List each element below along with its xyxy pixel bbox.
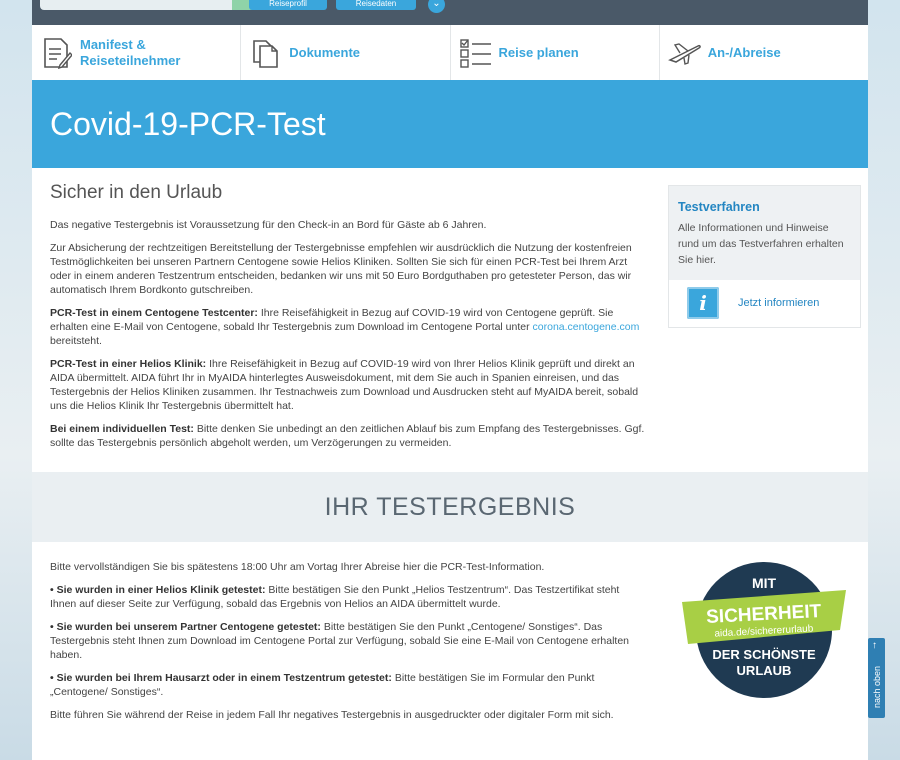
main-text: Sicher in den Urlaub Das negative Tester… xyxy=(50,182,650,459)
section-nav: Manifest & Reiseteilnehmer Dokumente Rei… xyxy=(32,25,868,80)
chevron-down-icon[interactable]: ⌄ xyxy=(428,0,445,13)
nav-item-manifest[interactable]: Manifest & Reiseteilnehmer xyxy=(32,25,242,80)
centogene-bold: PCR-Test in einem Centogene Testcenter: xyxy=(50,307,258,319)
helios-bold: PCR-Test in einer Helios Klinik: xyxy=(50,358,207,370)
section-heading: Sicher in den Urlaub xyxy=(50,182,223,203)
result-bullet-centogene-bold: • Sie wurden bei unserem Partner Centoge… xyxy=(50,621,321,633)
content-section: Sicher in den Urlaub Das negative Tester… xyxy=(32,168,868,472)
reiseprofil-button[interactable]: Reiseprofil xyxy=(249,0,327,10)
paragraph-recommendation: Zur Absicherung der rechtzeitigen Bereit… xyxy=(50,242,632,296)
result-bullet-hausarzt-bold: • Sie wurden bei Ihrem Hausarzt oder in … xyxy=(50,672,392,684)
testverfahren-title: Testverfahren xyxy=(678,200,760,214)
badge-line1: MIT xyxy=(752,575,777,591)
testverfahren-box-top: Testverfahren Alle Informationen und Hin… xyxy=(669,186,860,280)
centogene-link[interactable]: corona.centogene.com xyxy=(533,321,640,333)
testverfahren-box: Testverfahren Alle Informationen und Hin… xyxy=(668,185,861,328)
result-bullet-hausarzt: • Sie wurden bei Ihrem Hausarzt oder in … xyxy=(50,671,642,699)
paragraph-requirement: Das negative Testergebnis ist Voraussetz… xyxy=(50,219,487,231)
sicherheit-badge: MIT SICHERHEIT aida.de/sichererurlaub DE… xyxy=(682,562,846,698)
result-heading: IHR TESTERGEBNIS xyxy=(324,493,576,521)
individual-bold: Bei einem individuellen Test: xyxy=(50,423,194,435)
nav-item-an-abreise[interactable]: An-/Abreise xyxy=(660,25,868,80)
result-text: Bitte vervollständigen Sie bis spätesten… xyxy=(50,560,642,731)
arrow-up-icon: ↑ xyxy=(872,640,877,651)
airplane-icon xyxy=(667,36,702,70)
document-pen-icon xyxy=(40,36,74,70)
info-icon[interactable]: i xyxy=(687,287,719,319)
page-hero: Covid-19-PCR-Test xyxy=(32,80,868,168)
scroll-top-button[interactable]: ↑ nach oben xyxy=(868,638,885,718)
result-bullet-helios-bold: • Sie wurden in einer Helios Klinik gete… xyxy=(50,584,266,596)
result-intro: Bitte vervollständigen Sie bis spätesten… xyxy=(50,561,545,573)
documents-icon xyxy=(249,36,283,70)
badge-line3: DER SCHÖNSTE xyxy=(712,647,816,662)
result-heading-band: IHR TESTERGEBNIS xyxy=(32,472,868,542)
top-search-field[interactable] xyxy=(40,0,264,10)
badge-line4: URLAUB xyxy=(737,663,792,678)
nav-label-manifest: Manifest & Reiseteilnehmer xyxy=(80,36,181,68)
scroll-top-label: nach oben xyxy=(872,665,883,709)
testverfahren-link-row[interactable]: i Jetzt informieren xyxy=(669,280,860,326)
result-bullet-helios: • Sie wurden in einer Helios Klinik gete… xyxy=(50,583,642,611)
nav-item-dokumente[interactable]: Dokumente xyxy=(241,25,451,80)
nav-item-reise-planen[interactable]: Reise planen xyxy=(451,25,660,80)
paragraph-helios: PCR-Test in einer Helios Klinik: Ihre Re… xyxy=(50,357,650,413)
result-outro: Bitte führen Sie während der Reise in je… xyxy=(50,709,614,721)
page-title: Covid-19-PCR-Test xyxy=(50,106,326,142)
nav-label-an-abreise: An-/Abreise xyxy=(707,44,781,60)
testverfahren-text: Alle Informationen und Hinweise rund um … xyxy=(678,222,844,266)
nav-label-reise-planen: Reise planen xyxy=(498,44,579,60)
reisedaten-button[interactable]: Reisedaten xyxy=(336,0,416,10)
paragraph-centogene: PCR-Test in einem Centogene Testcenter: … xyxy=(50,306,650,348)
jetzt-informieren-link[interactable]: Jetzt informieren xyxy=(738,297,819,309)
checklist-icon xyxy=(459,36,493,70)
result-bullet-centogene: • Sie wurden bei unserem Partner Centoge… xyxy=(50,620,642,662)
centogene-after: bereitsteht. xyxy=(50,335,102,347)
top-bar: Reiseprofil Reisedaten ⌄ xyxy=(32,0,868,25)
nav-label-dokumente: Dokumente xyxy=(289,44,361,60)
paragraph-individual: Bei einem individuellen Test: Bitte denk… xyxy=(50,422,650,450)
